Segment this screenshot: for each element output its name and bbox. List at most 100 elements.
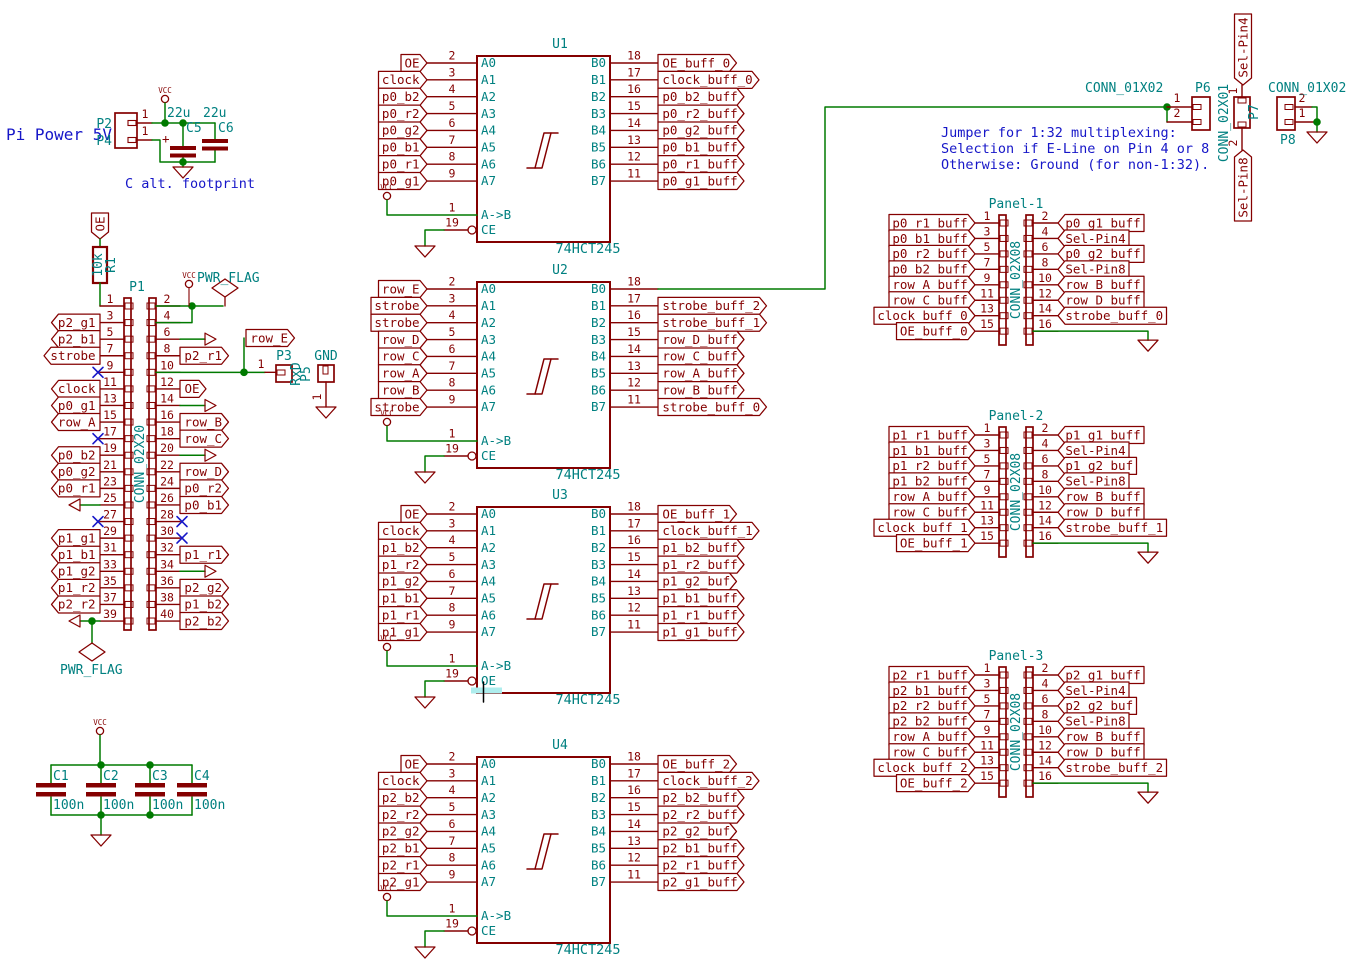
decoupling-caps[interactable]: VCCC1100nC2100nC3100nC4100n bbox=[36, 718, 225, 846]
net-label[interactable]: p2_r2_buff bbox=[889, 697, 975, 714]
net-label[interactable]: p1_b1_buff bbox=[889, 442, 975, 459]
net-label[interactable]: row_A_buff bbox=[658, 365, 744, 382]
net-label[interactable]: clock bbox=[379, 522, 428, 539]
net-label[interactable]: p2_b1_buff bbox=[889, 682, 975, 699]
capacitor-plate[interactable] bbox=[170, 154, 196, 158]
net-label[interactable]: OE bbox=[180, 380, 206, 397]
ic-u1[interactable]: U174HCT2452A0OE18B0OE_buff_03A1clock17B1… bbox=[379, 37, 760, 257]
net-label[interactable]: p2_g2 bbox=[379, 823, 428, 840]
jumper-block[interactable]: Jumper for 1:32 multiplexing:Selection i… bbox=[941, 14, 1346, 221]
net-label-vertical[interactable]: OE bbox=[92, 213, 109, 239]
net-label[interactable]: p1_b2 bbox=[180, 596, 229, 613]
vcc-symbol[interactable] bbox=[185, 280, 192, 287]
wire[interactable] bbox=[156, 306, 192, 323]
net-label[interactable]: p0_b2_buff bbox=[658, 88, 744, 105]
schematic-canvas[interactable]: Pi Power 5VC alt. footprintP2P411VCC+C52… bbox=[0, 0, 1354, 969]
net-label[interactable]: OE_buff_0 bbox=[658, 55, 737, 72]
net-label[interactable]: row_B_buff bbox=[1058, 276, 1144, 293]
net-label[interactable]: p2_b2 bbox=[180, 613, 229, 630]
net-label[interactable]: Sel-Pin4 bbox=[1058, 442, 1129, 459]
net-label[interactable]: row_B_buff bbox=[1058, 728, 1144, 745]
capacitor-plate[interactable] bbox=[135, 792, 165, 797]
net-label[interactable]: strobe_buff_0 bbox=[1058, 307, 1167, 324]
net-label[interactable]: clock bbox=[379, 71, 428, 88]
ic-u4[interactable]: U474HCT2452A0OE18B0OE_buff_23A1clock17B1… bbox=[379, 738, 760, 958]
connector-body[interactable] bbox=[999, 215, 1006, 345]
net-label[interactable]: p2_r1_buff bbox=[658, 857, 744, 874]
connector-body[interactable] bbox=[124, 298, 131, 630]
net-label[interactable]: clock_buff_1 bbox=[874, 519, 975, 536]
net-label[interactable]: p2_r2_buff bbox=[658, 806, 744, 823]
net-label[interactable]: p1_g2 bbox=[52, 563, 101, 580]
note-text[interactable]: Otherwise: Ground (for non-1:32). bbox=[941, 157, 1209, 173]
net-label[interactable]: p0_g2 bbox=[52, 463, 101, 480]
net-label[interactable]: p0_r2 bbox=[379, 105, 428, 122]
connector-body[interactable] bbox=[1026, 667, 1033, 797]
net-label[interactable]: p1_r2 bbox=[52, 579, 101, 596]
net-label[interactable]: row_C bbox=[379, 348, 428, 365]
net-label[interactable]: p1_b1_buff bbox=[658, 590, 744, 607]
wire[interactable] bbox=[387, 200, 477, 215]
wire[interactable] bbox=[425, 456, 444, 472]
net-label[interactable]: row_C_buff bbox=[658, 348, 744, 365]
net-label[interactable]: OE bbox=[401, 55, 427, 72]
net-label[interactable]: strobe_buff_1 bbox=[658, 314, 767, 331]
net-label[interactable]: row_C_buff bbox=[889, 744, 975, 761]
net-label[interactable]: OE_buff_2 bbox=[897, 775, 976, 792]
net-label[interactable]: row_A_buff bbox=[889, 488, 975, 505]
vcc-symbol[interactable] bbox=[383, 192, 390, 199]
net-label[interactable]: p1_b1 bbox=[379, 590, 428, 607]
net-label[interactable]: row_E bbox=[379, 281, 428, 298]
net-label[interactable]: row_D_buff bbox=[1058, 292, 1144, 309]
capacitor-plate[interactable] bbox=[36, 792, 66, 797]
net-label[interactable]: p2_b2_buff bbox=[889, 713, 975, 730]
net-label[interactable]: p0_g2_buff bbox=[658, 122, 744, 139]
net-label[interactable]: strobe bbox=[371, 314, 427, 331]
net-label[interactable]: row_C_buff bbox=[889, 504, 975, 521]
wire[interactable] bbox=[425, 230, 444, 246]
p3-gnd-connectors[interactable]: 1P3RxDP5GND1 bbox=[258, 349, 338, 418]
net-label[interactable]: p0_g2 bbox=[379, 122, 428, 139]
net-label[interactable]: row_B_buff bbox=[1058, 488, 1144, 505]
net-label[interactable]: Sel-Pin8 bbox=[1058, 473, 1129, 490]
vcc-symbol[interactable] bbox=[161, 95, 168, 102]
net-label[interactable]: OE_buff_1 bbox=[897, 535, 976, 552]
net-label[interactable]: strobe_buff_2 bbox=[658, 297, 767, 314]
wire[interactable] bbox=[387, 426, 477, 441]
net-label[interactable]: p2_b2_buff bbox=[658, 789, 744, 806]
net-label[interactable]: row_D_buff bbox=[658, 331, 744, 348]
net-label[interactable]: p0_b1 bbox=[180, 496, 229, 513]
net-label[interactable]: p1_b2_buff bbox=[658, 539, 744, 556]
wire[interactable] bbox=[387, 901, 477, 916]
net-label[interactable]: strobe_buff_2 bbox=[1058, 759, 1167, 776]
p1-connector[interactable]: P1CONN_02X201234p2_g156p2_b178strobep2_r… bbox=[44, 271, 295, 678]
net-label[interactable]: clock bbox=[379, 772, 428, 789]
wire[interactable] bbox=[425, 931, 444, 947]
net-label[interactable]: p2_r1_buff bbox=[889, 667, 975, 684]
net-label[interactable]: p0_b2_buff bbox=[889, 261, 975, 278]
net-label[interactable]: p0_b1_buff bbox=[658, 139, 744, 156]
connector-body[interactable] bbox=[999, 667, 1006, 797]
net-label[interactable]: OE bbox=[401, 506, 427, 523]
net-label[interactable]: strobe_buff_0 bbox=[658, 399, 767, 416]
power-header[interactable]: Pi Power 5VC alt. footprintP2P411VCC+C52… bbox=[6, 86, 255, 192]
net-label[interactable]: p1_g2_buf bbox=[1058, 457, 1137, 474]
net-label[interactable]: p1_b2 bbox=[379, 539, 428, 556]
net-label[interactable]: p2_r2 bbox=[379, 806, 428, 823]
connector-body[interactable] bbox=[1026, 215, 1033, 345]
net-label[interactable]: strobe bbox=[371, 297, 427, 314]
connector-body[interactable] bbox=[149, 298, 156, 630]
net-label[interactable]: row_D bbox=[379, 331, 428, 348]
net-label[interactable]: OE bbox=[401, 756, 427, 773]
net-label[interactable]: p0_r1_buff bbox=[658, 156, 744, 173]
net-label[interactable]: p0_b2 bbox=[52, 447, 101, 464]
net-label-vertical[interactable]: Sel-Pin8 bbox=[1235, 150, 1252, 221]
net-label[interactable]: p1_r2 bbox=[379, 556, 428, 573]
net-label[interactable]: p1_b1 bbox=[52, 546, 101, 563]
wire[interactable] bbox=[1033, 331, 1148, 340]
net-label-vertical[interactable]: Sel-Pin4 bbox=[1235, 14, 1252, 85]
capacitor-plate[interactable] bbox=[202, 147, 228, 151]
net-label[interactable]: strobe_buff_1 bbox=[1058, 519, 1167, 536]
net-label[interactable]: row_D_buff bbox=[1058, 504, 1144, 521]
net-label[interactable]: p1_g1_buff bbox=[658, 624, 744, 641]
